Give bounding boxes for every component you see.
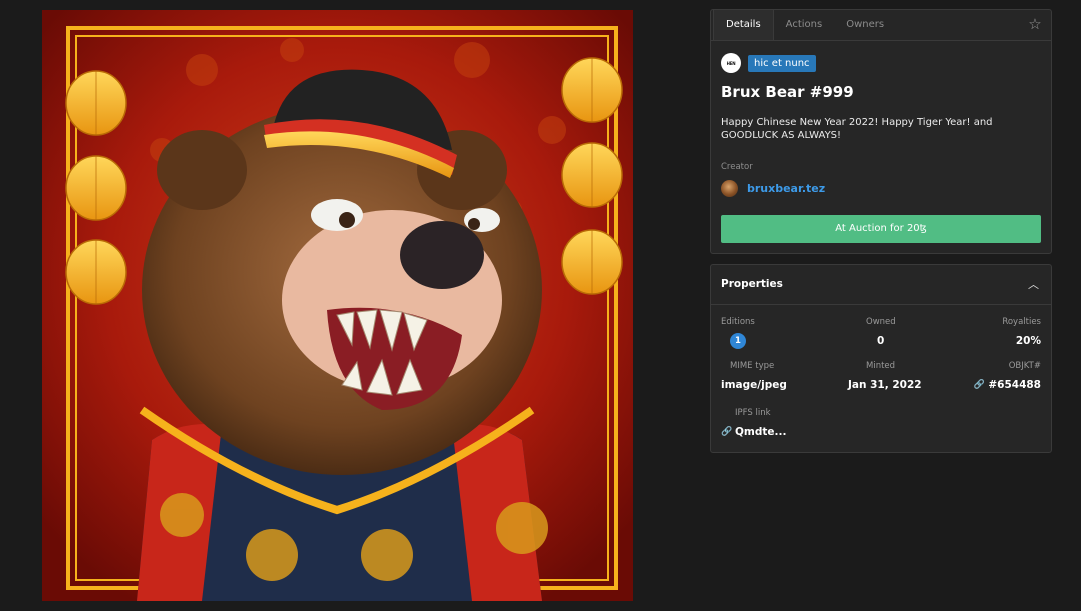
owned-value: 0 <box>877 335 885 347</box>
creator-row: bruxbear.tez <box>721 180 825 197</box>
properties-title: Properties <box>721 278 783 290</box>
token-title: Brux Bear #999 <box>721 83 854 101</box>
nft-artwork[interactable] <box>42 10 633 601</box>
tab-bar: Details Actions Owners ☆ <box>711 10 1051 41</box>
properties-panel: Properties ︿ Editions 1 Owned 0 Royaltie… <box>710 264 1052 453</box>
link-icon: 🔗 <box>973 380 985 390</box>
properties-header[interactable]: Properties ︿ <box>711 265 1051 305</box>
mime-value: image/jpeg <box>721 379 787 391</box>
creator-link[interactable]: bruxbear.tez <box>747 182 825 195</box>
avatar[interactable] <box>721 180 738 197</box>
details-panel: Details Actions Owners ☆ HEN hic et nunc… <box>710 9 1052 254</box>
tab-details[interactable]: Details <box>713 10 774 40</box>
tab-owners[interactable]: Owners <box>834 10 896 40</box>
platform-row: HEN hic et nunc <box>721 53 816 73</box>
royalties-label: Royalties <box>1002 317 1041 327</box>
objkt-label: OBJKT# <box>1008 361 1041 371</box>
token-description: Happy Chinese New Year 2022! Happy Tiger… <box>721 117 993 141</box>
editions-value: 1 <box>730 333 746 349</box>
minted-value: Jan 31, 2022 <box>848 379 922 391</box>
ipfs-label: IPFS link <box>735 408 771 418</box>
platform-badge[interactable]: hic et nunc <box>748 54 816 72</box>
objkt-value[interactable]: #654488 <box>988 379 1041 391</box>
creator-label: Creator <box>721 162 753 172</box>
auction-button[interactable]: At Auction for 20ꜩ <box>721 215 1041 243</box>
royalties-value: 20% <box>1015 335 1041 347</box>
chevron-up-icon[interactable]: ︿ <box>1028 276 1039 292</box>
hen-logo-icon[interactable]: HEN <box>721 53 741 73</box>
owned-label: Owned <box>866 317 896 327</box>
star-icon[interactable]: ☆ <box>1027 16 1043 32</box>
minted-label: Minted <box>866 361 896 371</box>
editions-label: Editions <box>721 317 755 327</box>
mime-label: MIME type <box>730 361 775 371</box>
brux-bear-image <box>42 10 633 601</box>
link-icon: 🔗 <box>721 427 733 437</box>
ipfs-value[interactable]: Qmdte... <box>735 426 787 438</box>
tab-actions[interactable]: Actions <box>774 10 835 40</box>
